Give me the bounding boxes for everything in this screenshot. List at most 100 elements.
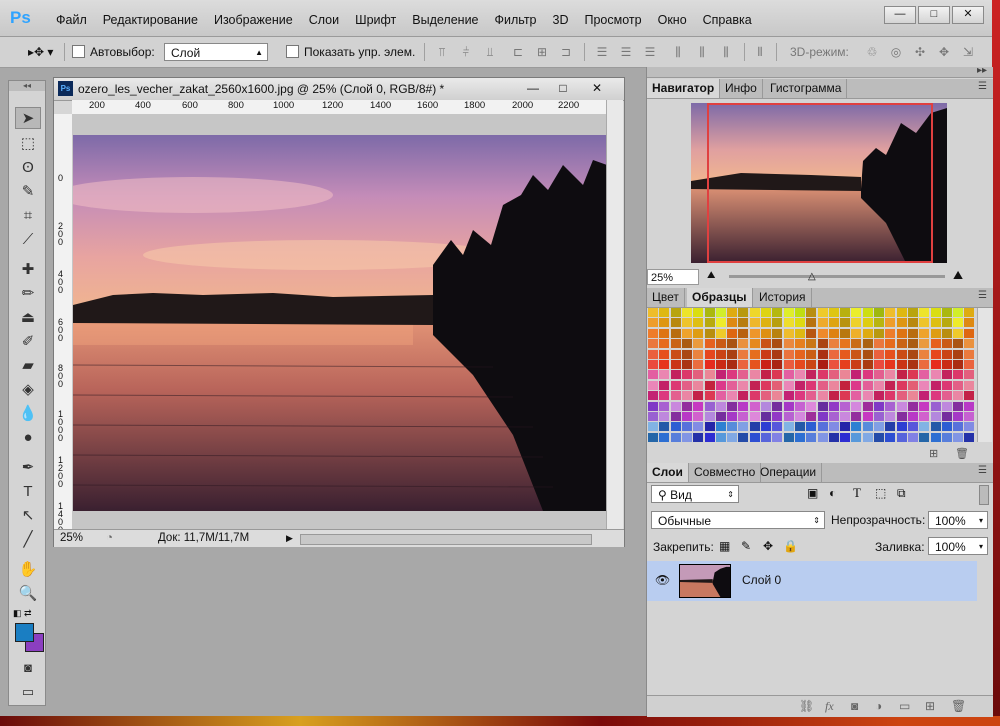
color-swatch[interactable]	[749, 328, 760, 338]
color-swatch[interactable]	[851, 432, 862, 442]
menu-filter[interactable]: Фильтр	[487, 10, 545, 30]
line-icon[interactable]: ╱	[15, 529, 41, 551]
color-swatch[interactable]	[681, 380, 692, 390]
color-swatch[interactable]	[670, 339, 681, 349]
distribute-left-icon[interactable]: ⫼	[670, 44, 686, 60]
color-swatch[interactable]	[783, 370, 794, 380]
doc-minimize-button[interactable]: —	[520, 80, 546, 96]
color-swatch[interactable]	[648, 412, 658, 421]
color-swatch[interactable]	[715, 380, 726, 390]
minimize-button[interactable]: —	[884, 6, 916, 24]
color-swatch[interactable]	[738, 432, 749, 442]
color-swatch[interactable]	[794, 308, 805, 317]
color-swatch[interactable]	[817, 412, 828, 421]
menu-window[interactable]: Окно	[650, 10, 695, 30]
zoom-icon[interactable]: 🔍	[15, 583, 41, 605]
color-swatch[interactable]	[964, 339, 975, 349]
color-swatch[interactable]	[919, 328, 930, 338]
color-swatch[interactable]	[885, 391, 896, 401]
color-swatch[interactable]	[885, 380, 896, 390]
color-swatch[interactable]	[715, 318, 726, 328]
color-swatch[interactable]	[738, 360, 749, 369]
color-swatch[interactable]	[840, 412, 851, 421]
color-swatch[interactable]	[840, 308, 851, 317]
show-controls-checkbox[interactable]	[286, 45, 299, 58]
color-swatch[interactable]	[817, 422, 828, 432]
color-swatch[interactable]	[727, 380, 738, 390]
color-swatch[interactable]	[896, 380, 907, 390]
color-swatch[interactable]	[648, 318, 658, 328]
color-swatch[interactable]	[964, 328, 975, 338]
color-swatch[interactable]	[828, 308, 839, 317]
filter-shape-icon[interactable]: ⬚	[875, 486, 886, 500]
color-swatch[interactable]	[885, 339, 896, 349]
color-swatch[interactable]	[885, 370, 896, 380]
bucket-icon[interactable]: ◈	[15, 379, 41, 401]
color-swatch[interactable]	[715, 349, 726, 359]
color-swatch[interactable]	[749, 339, 760, 349]
color-swatch[interactable]	[806, 370, 817, 380]
color-swatch[interactable]	[715, 308, 726, 317]
color-swatch[interactable]	[783, 422, 794, 432]
color-swatch[interactable]	[964, 391, 975, 401]
panel-menu-icon[interactable]: ☰	[978, 290, 987, 301]
color-swatch[interactable]	[648, 328, 658, 338]
color-swatch[interactable]	[749, 432, 760, 442]
color-swatch[interactable]	[715, 401, 726, 411]
autoselect-checkbox[interactable]	[72, 45, 85, 58]
color-swatch[interactable]	[648, 360, 658, 369]
color-swatch[interactable]	[862, 432, 873, 442]
color-swatch[interactable]	[681, 308, 692, 317]
zoom-in-icon[interactable]: ⛰	[953, 268, 963, 283]
color-swatch[interactable]	[772, 328, 783, 338]
color-swatch[interactable]	[783, 412, 794, 421]
menu-view[interactable]: Просмотр	[577, 10, 650, 30]
menu-edit[interactable]: Редактирование	[95, 10, 206, 30]
color-swatch[interactable]	[840, 422, 851, 432]
color-swatch[interactable]	[840, 380, 851, 390]
align-left-icon[interactable]: ⊏	[510, 44, 526, 60]
color-swatch[interactable]	[840, 339, 851, 349]
tab-together[interactable]: Совместно	[689, 463, 762, 482]
color-swatch[interactable]	[670, 380, 681, 390]
color-swatch[interactable]	[670, 412, 681, 421]
color-swatch[interactable]	[941, 339, 952, 349]
color-swatch[interactable]	[794, 391, 805, 401]
color-swatch[interactable]	[919, 391, 930, 401]
color-swatch[interactable]	[907, 412, 918, 421]
color-swatch[interactable]	[885, 412, 896, 421]
color-swatch[interactable]	[738, 308, 749, 317]
color-swatch[interactable]	[727, 328, 738, 338]
color-swatch[interactable]	[783, 401, 794, 411]
color-swatch[interactable]	[806, 412, 817, 421]
layer-name[interactable]: Слой 0	[742, 573, 781, 587]
color-swatch[interactable]	[930, 360, 941, 369]
color-swatch[interactable]	[681, 328, 692, 338]
marquee-icon[interactable]: ⬚	[15, 133, 41, 155]
color-swatch[interactable]	[851, 349, 862, 359]
sunset-lake-photo[interactable]	[73, 135, 607, 511]
color-swatch[interactable]	[772, 370, 783, 380]
color-swatch[interactable]	[806, 349, 817, 359]
color-swatch[interactable]	[749, 308, 760, 317]
tab-layers[interactable]: Слои	[647, 463, 689, 482]
color-swatch[interactable]	[794, 318, 805, 328]
color-swatch[interactable]	[874, 412, 884, 421]
color-swatch[interactable]	[693, 360, 704, 369]
tab-actions[interactable]: Операции	[755, 463, 823, 482]
color-swatch[interactable]	[919, 412, 930, 421]
color-swatch[interactable]	[670, 401, 681, 411]
color-swatch[interactable]	[817, 370, 828, 380]
color-swatch[interactable]	[806, 380, 817, 390]
color-swatch[interactable]	[851, 401, 862, 411]
color-swatch[interactable]	[715, 432, 726, 442]
color-swatch[interactable]	[817, 360, 828, 369]
color-swatch[interactable]	[941, 432, 952, 442]
color-swatch[interactable]	[953, 328, 964, 338]
color-swatch[interactable]	[874, 328, 884, 338]
menu-3d[interactable]: 3D	[545, 10, 577, 30]
color-swatch[interactable]	[693, 380, 704, 390]
color-swatch[interactable]	[681, 370, 692, 380]
doc-maximize-button[interactable]: □	[550, 80, 576, 96]
color-swatch[interactable]	[896, 318, 907, 328]
